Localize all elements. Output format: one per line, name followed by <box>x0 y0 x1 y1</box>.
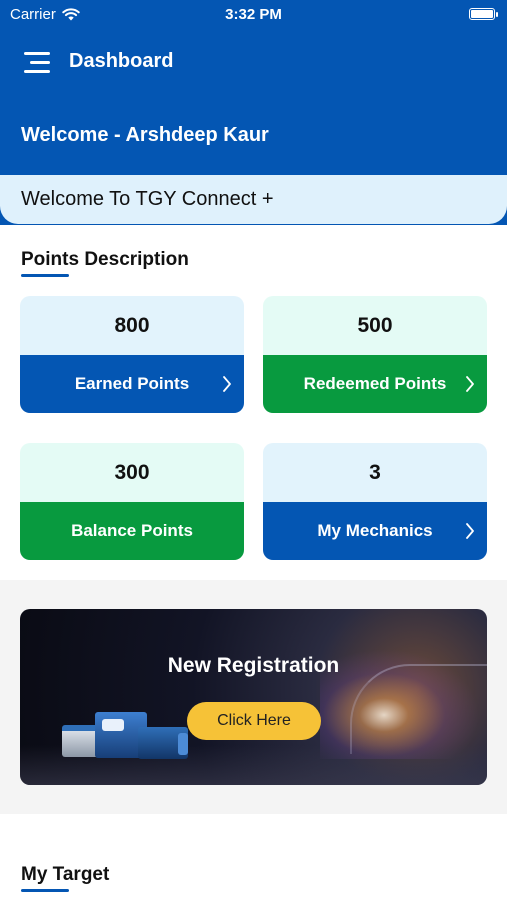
balance-points-label: Balance Points <box>71 521 193 540</box>
earned-points-card[interactable]: 800 Earned Points <box>20 296 244 413</box>
points-section-title: Points Description <box>21 249 189 270</box>
status-time: 3:32 PM <box>225 6 282 23</box>
status-bar: Carrier 3:32 PM <box>0 0 507 28</box>
chevron-right-icon <box>466 376 474 392</box>
earned-points-value: 800 <box>20 296 244 355</box>
redeemed-points-button[interactable]: Redeemed Points <box>263 355 487 413</box>
new-registration-banner[interactable]: New Registration Click Here <box>20 609 487 785</box>
nav-bar: Dashboard <box>0 40 507 84</box>
promo-title: New Registration <box>167 654 340 677</box>
balance-points-label-bar: Balance Points <box>20 502 244 560</box>
target-section-title: My Target <box>21 864 110 885</box>
section-underline <box>21 274 69 277</box>
menu-icon[interactable] <box>24 52 52 74</box>
redeemed-points-label: Redeemed Points <box>303 374 447 393</box>
redeemed-points-card[interactable]: 500 Redeemed Points <box>263 296 487 413</box>
chevron-right-icon <box>466 523 474 539</box>
welcome-banner-text: Welcome To TGY Connect + <box>21 188 274 210</box>
my-mechanics-value: 3 <box>263 443 487 502</box>
promo-section: New Registration Click Here <box>0 580 507 814</box>
balance-points-card: 300 Balance Points <box>20 443 244 560</box>
earned-points-button[interactable]: Earned Points <box>20 355 244 413</box>
welcome-user-text: Welcome - Arshdeep Kaur <box>21 124 269 146</box>
click-here-button[interactable]: Click Here <box>187 702 321 740</box>
balance-points-value: 300 <box>20 443 244 502</box>
chevron-right-icon <box>223 376 231 392</box>
welcome-banner: Welcome To TGY Connect + <box>0 175 507 224</box>
earned-points-label: Earned Points <box>74 374 190 393</box>
page-title: Dashboard <box>69 50 174 72</box>
redeemed-points-value: 500 <box>263 296 487 355</box>
battery-icon <box>469 8 498 20</box>
my-mechanics-card[interactable]: 3 My Mechanics <box>263 443 487 560</box>
my-mechanics-button[interactable]: My Mechanics <box>263 502 487 560</box>
section-underline <box>21 889 69 892</box>
my-mechanics-label: My Mechanics <box>317 521 433 540</box>
